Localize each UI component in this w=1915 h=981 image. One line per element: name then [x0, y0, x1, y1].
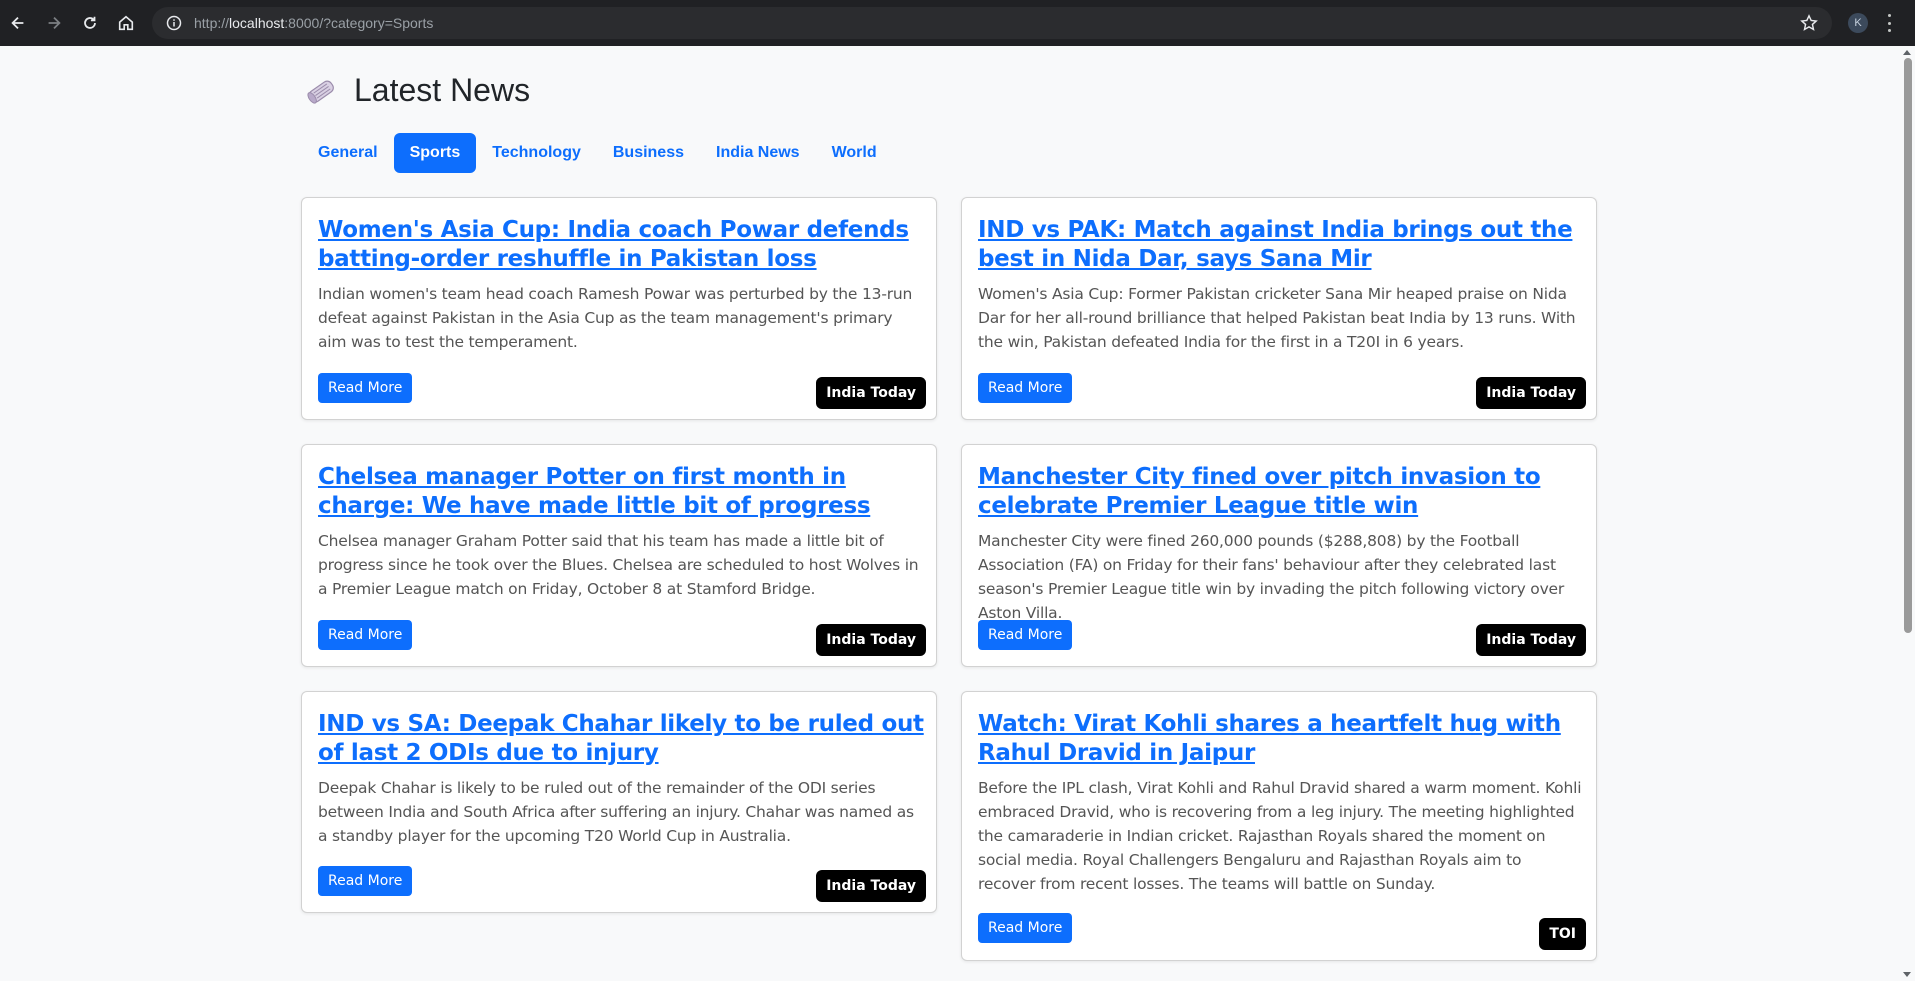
back-button[interactable]	[0, 0, 36, 46]
tab-technology[interactable]: Technology	[476, 133, 597, 173]
source-badge: India Today	[816, 377, 926, 409]
browser-toolbar: http://localhost:8000/?category=Sports K	[0, 0, 1915, 46]
bookmark-star-icon[interactable]	[1800, 14, 1818, 32]
article-description: Deepak Chahar is likely to be ruled out …	[318, 779, 914, 845]
source-badge: TOI	[1539, 918, 1586, 950]
page-title: Latest News	[354, 72, 531, 108]
source-badge: India Today	[1476, 624, 1586, 656]
read-more-button[interactable]: Read More	[318, 866, 413, 896]
article-description: Indian women's team head coach Ramesh Po…	[318, 285, 913, 351]
scroll-up-icon[interactable]	[1903, 50, 1911, 55]
read-more-button[interactable]: Read More	[318, 620, 413, 650]
article-title-link[interactable]: Women's Asia Cup: India coach Powar defe…	[318, 216, 928, 274]
scroll-down-icon[interactable]	[1903, 972, 1911, 977]
source-badge: India Today	[816, 870, 926, 902]
address-bar[interactable]: http://localhost:8000/?category=Sports	[152, 7, 1832, 39]
article-description: Before the IPL clash, Virat Kohli and Ra…	[978, 779, 1582, 893]
forward-button[interactable]	[36, 0, 72, 46]
url-text: http://localhost:8000/?category=Sports	[194, 15, 434, 31]
browser-menu-icon[interactable]	[1886, 14, 1892, 32]
source-badge: India Today	[816, 624, 926, 656]
article-title-link[interactable]: IND vs SA: Deepak Chahar likely to be ru…	[318, 710, 928, 768]
article-description: Women's Asia Cup: Former Pakistan cricke…	[978, 285, 1576, 351]
news-card: Manchester City fined over pitch invasio…	[961, 444, 1597, 667]
forward-arrow-icon	[48, 16, 61, 30]
source-badge: India Today	[1476, 377, 1586, 409]
read-more-button[interactable]: Read More	[978, 373, 1073, 403]
back-arrow-icon	[11, 16, 24, 30]
tab-general[interactable]: General	[302, 133, 394, 173]
news-card: Watch: Virat Kohli shares a heartfelt hu…	[961, 691, 1597, 961]
article-title-link[interactable]: Watch: Virat Kohli shares a heartfelt hu…	[978, 710, 1588, 768]
read-more-button[interactable]: Read More	[978, 913, 1073, 943]
tab-sports[interactable]: Sports	[393, 133, 477, 173]
article-title-link[interactable]: IND vs PAK: Match against India brings o…	[978, 216, 1588, 274]
read-more-button[interactable]: Read More	[978, 620, 1073, 650]
article-description: Manchester City were fined 260,000 pound…	[978, 532, 1565, 622]
page-header: Latest News	[304, 72, 530, 109]
home-icon	[118, 15, 134, 31]
news-card: IND vs PAK: Match against India brings o…	[961, 197, 1597, 420]
category-tabs: General Sports Technology Business India…	[302, 133, 893, 173]
home-button[interactable]	[108, 0, 144, 46]
news-card: Chelsea manager Potter on first month in…	[301, 444, 937, 667]
tab-world[interactable]: World	[816, 133, 893, 173]
page-scrollbar[interactable]	[1900, 46, 1915, 981]
tab-india-news[interactable]: India News	[700, 133, 816, 173]
newspaper-icon	[307, 80, 334, 104]
article-title-link[interactable]: Chelsea manager Potter on first month in…	[318, 463, 928, 521]
scroll-thumb[interactable]	[1904, 58, 1912, 633]
reload-button[interactable]	[72, 0, 108, 46]
tab-business[interactable]: Business	[597, 133, 700, 173]
read-more-button[interactable]: Read More	[318, 373, 413, 403]
article-title-link[interactable]: Manchester City fined over pitch invasio…	[978, 463, 1588, 521]
reload-icon	[84, 16, 96, 29]
article-description: Chelsea manager Graham Potter said that …	[318, 532, 919, 598]
site-info-icon[interactable]	[158, 15, 190, 31]
news-card: IND vs SA: Deepak Chahar likely to be ru…	[301, 691, 937, 913]
news-card: Women's Asia Cup: India coach Powar defe…	[301, 197, 937, 420]
profile-avatar[interactable]: K	[1848, 13, 1868, 33]
